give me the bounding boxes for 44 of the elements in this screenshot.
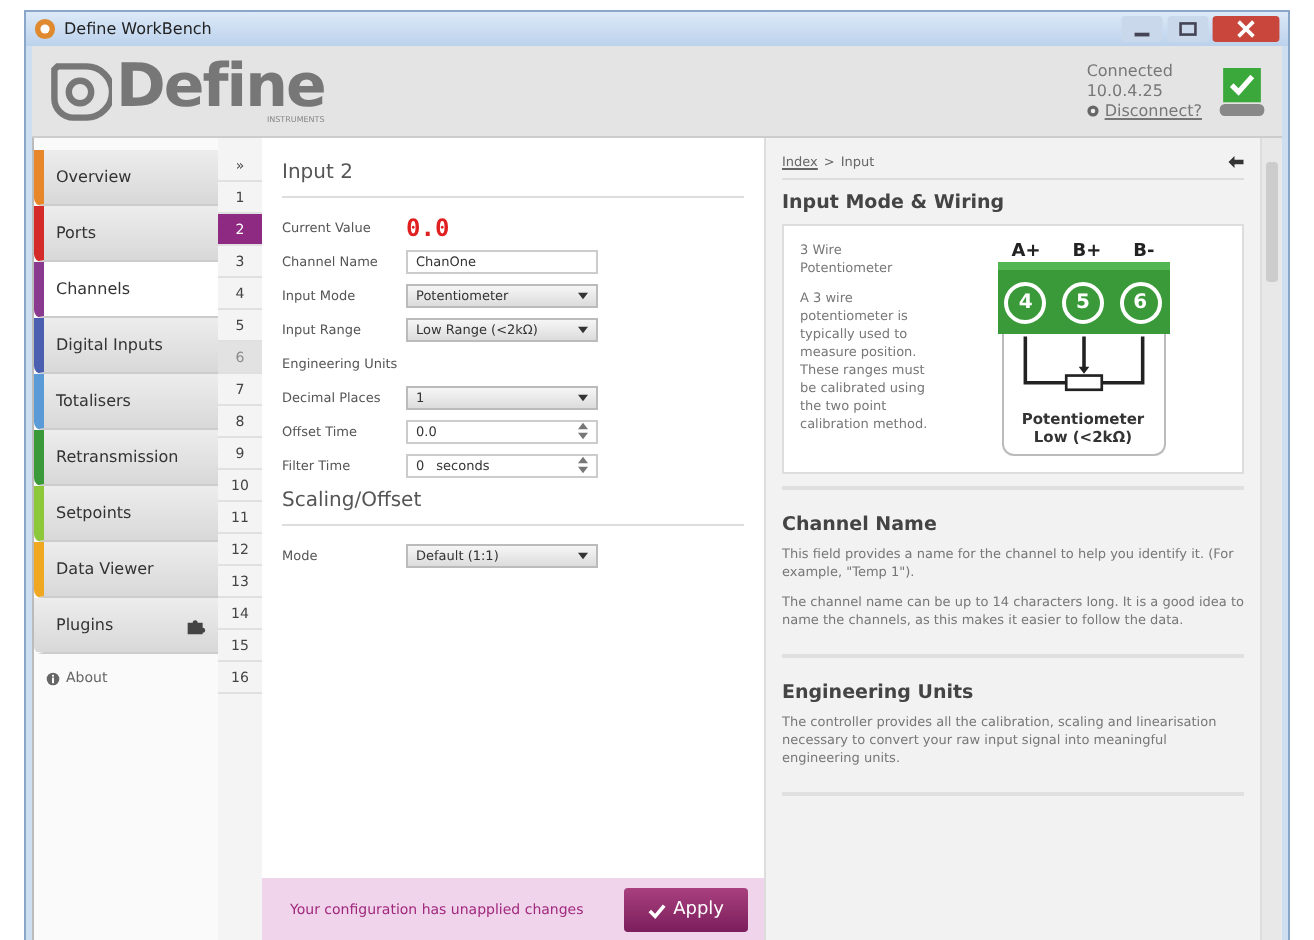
nav-tab[interactable]: Plugins (34, 598, 218, 654)
terminal-label: A+ (1011, 242, 1041, 262)
logo-text: Define (116, 58, 325, 118)
terminal-number: 4 (1004, 281, 1047, 323)
maximize-icon[interactable] (1166, 16, 1210, 42)
spinner-arrows-icon (578, 456, 588, 474)
check-icon (647, 901, 666, 919)
value-readout: 0.0 (406, 213, 450, 241)
app-icon (34, 18, 56, 40)
nav-tab[interactable]: Data Viewer (34, 542, 218, 598)
logo-icon (48, 59, 112, 123)
terminal-number: 6 (1119, 281, 1162, 323)
spinner-arrows-icon (578, 422, 588, 440)
gear-icon (1086, 104, 1101, 118)
connection-status: Connected (1086, 61, 1175, 81)
caret-icon (578, 551, 588, 559)
close-icon[interactable] (1212, 16, 1280, 42)
nav-tab[interactable]: Totalisers (34, 374, 218, 430)
nav-tab[interactable]: Overview (34, 150, 218, 206)
caret-icon (578, 325, 588, 333)
info-icon (46, 671, 60, 685)
apply-button[interactable]: Apply (623, 888, 748, 932)
help-heading: Channel Name (782, 512, 939, 540)
section-title: Input 2 (282, 154, 744, 198)
window-title: Define WorkBench (64, 20, 212, 38)
terminal-label: B+ (1072, 242, 1102, 262)
terminal-number: 5 (1061, 281, 1104, 323)
section-title: Scaling/Offset (282, 482, 744, 526)
nav-tab[interactable]: Ports (34, 206, 218, 262)
nav-tab[interactable]: Retransmission (34, 430, 218, 486)
nav-tab[interactable]: Channels (34, 262, 218, 318)
nav-tab[interactable]: Setpoints (34, 486, 218, 542)
caret-icon (578, 291, 588, 299)
caret-icon (578, 393, 588, 401)
puzzle-icon (186, 615, 206, 635)
disconnect-link[interactable]: Disconnect? (1104, 101, 1202, 121)
nav-tab[interactable]: Digital Inputs (34, 318, 218, 374)
ip-address: 10.0.4.25 (1086, 81, 1165, 101)
minimize-icon[interactable] (1120, 16, 1164, 42)
help-heading: Input Mode & Wiring (782, 190, 1007, 218)
terminal-label: B- (1133, 242, 1155, 262)
scrollbar[interactable] (1260, 138, 1282, 940)
back-arrow-icon[interactable] (1228, 156, 1244, 168)
help-heading: Engineering Units (782, 680, 976, 708)
